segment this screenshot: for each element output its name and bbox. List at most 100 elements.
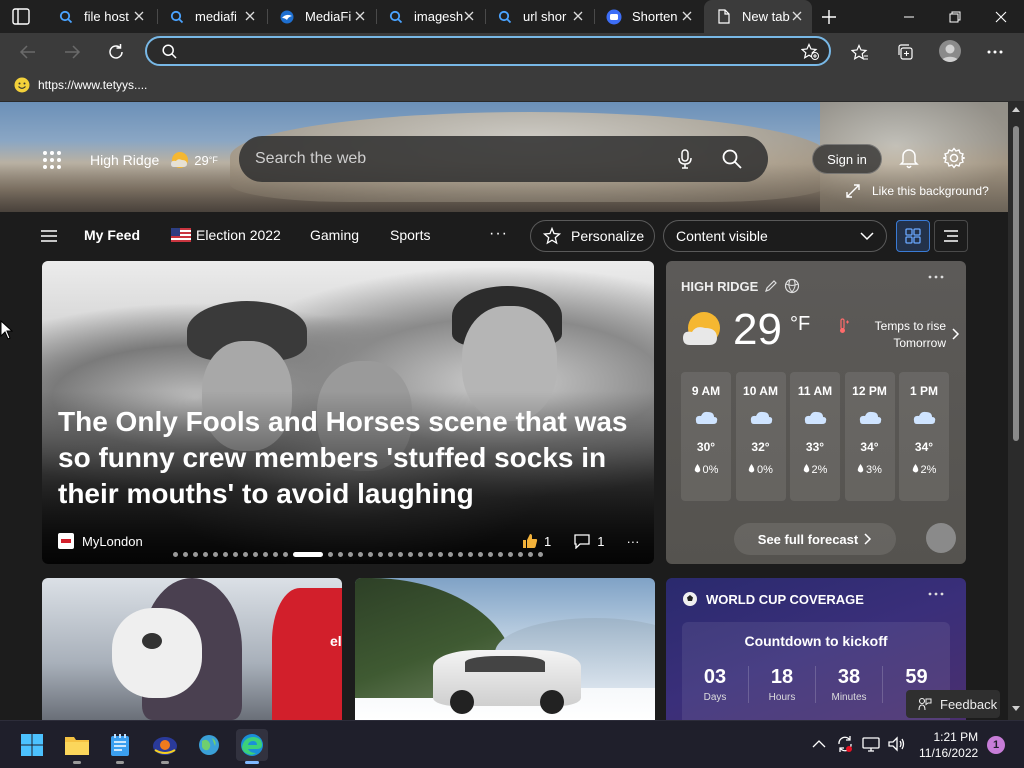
collections-icon[interactable] xyxy=(892,39,918,65)
sync-icon[interactable] xyxy=(836,735,854,753)
address-input[interactable] xyxy=(183,41,743,61)
weather-location[interactable]: High Ridge 29 °F xyxy=(90,150,218,170)
page-scrollbar[interactable] xyxy=(1008,102,1024,720)
network-icon[interactable] xyxy=(862,736,880,752)
minimize-button[interactable] xyxy=(886,0,932,33)
taskbar-file-explorer[interactable] xyxy=(61,729,93,764)
carousel-dot[interactable] xyxy=(233,552,238,557)
carousel-dot[interactable] xyxy=(203,552,208,557)
notification-badge[interactable]: 1 xyxy=(987,736,1005,754)
carousel-dot[interactable] xyxy=(253,552,258,557)
carousel-dot[interactable] xyxy=(338,552,343,557)
weather-more-icon[interactable] xyxy=(928,275,944,279)
close-window-button[interactable] xyxy=(978,0,1024,33)
carousel-dot[interactable] xyxy=(173,552,178,557)
tab-sports[interactable]: Sports xyxy=(390,227,430,243)
refresh-button[interactable] xyxy=(102,38,130,66)
forward-button[interactable] xyxy=(58,38,86,66)
news-card-image[interactable]: el xyxy=(42,578,342,720)
carousel-dot[interactable] xyxy=(368,552,373,557)
like-background-link[interactable]: Like this background? xyxy=(846,184,989,198)
workspaces-icon[interactable] xyxy=(12,8,30,25)
list-layout-button[interactable] xyxy=(934,220,968,252)
tab-gaming[interactable]: Gaming xyxy=(310,227,359,243)
hourly-forecast-card[interactable]: 1 PM 34° 2% xyxy=(899,372,949,501)
hamburger-menu-icon[interactable] xyxy=(40,229,58,243)
web-search-box[interactable] xyxy=(239,136,768,182)
hourly-forecast-card[interactable]: 10 AM 32° 0% xyxy=(735,372,786,501)
weather-alert[interactable]: Temps to rise Tomorrow xyxy=(836,318,960,352)
web-search-input[interactable] xyxy=(255,148,655,170)
address-bar[interactable] xyxy=(145,36,831,66)
close-tab-icon[interactable] xyxy=(353,9,367,23)
carousel-dot[interactable] xyxy=(398,552,403,557)
carousel-dot[interactable] xyxy=(243,552,248,557)
back-button[interactable] xyxy=(14,38,42,66)
carousel-dot[interactable] xyxy=(438,552,443,557)
carousel-dot[interactable] xyxy=(183,552,188,557)
content-visible-dropdown[interactable]: Content visible xyxy=(663,220,887,252)
carousel-dot[interactable] xyxy=(488,552,493,557)
feedback-button[interactable]: Feedback xyxy=(906,690,1000,718)
carousel-dot[interactable] xyxy=(518,552,523,557)
apps-grid-icon[interactable] xyxy=(42,150,62,170)
weather-card[interactable]: HIGH RIDGE 29 °F Temps to rise Tomorrow … xyxy=(666,261,966,564)
tab-new-tab[interactable]: New tab xyxy=(704,0,812,33)
carousel-dot[interactable] xyxy=(448,552,453,557)
personalize-button[interactable]: Personalize xyxy=(530,220,655,252)
world-cup-more-icon[interactable] xyxy=(928,592,944,596)
tab-mediafire[interactable]: MediaFi xyxy=(267,0,375,33)
carousel-dot[interactable] xyxy=(223,552,228,557)
new-tab-button[interactable] xyxy=(818,6,840,28)
tab-my-feed[interactable]: My Feed xyxy=(84,227,140,243)
carousel-dot[interactable] xyxy=(468,552,473,557)
profile-avatar[interactable] xyxy=(939,40,961,62)
system-clock[interactable]: 1:21 PM 11/16/2022 xyxy=(919,729,978,761)
carousel-dot[interactable] xyxy=(498,552,503,557)
hourly-forecast-card[interactable]: 9 AM 30° 0% xyxy=(681,372,731,501)
story-headline[interactable]: The Only Fools and Horses scene that was… xyxy=(58,404,643,512)
close-tab-icon[interactable] xyxy=(132,9,146,23)
weather-thumbnail[interactable] xyxy=(926,523,956,553)
carousel-dot[interactable] xyxy=(263,552,268,557)
close-tab-icon[interactable] xyxy=(243,9,257,23)
grid-layout-button[interactable] xyxy=(896,220,930,252)
top-story-card[interactable]: The Only Fools and Horses scene that was… xyxy=(42,261,654,564)
search-icon[interactable] xyxy=(722,149,742,169)
carousel-dot[interactable] xyxy=(528,552,533,557)
gear-icon[interactable] xyxy=(943,147,965,169)
close-tab-icon[interactable] xyxy=(680,9,694,23)
news-card-image[interactable] xyxy=(355,578,655,720)
carousel-dot[interactable] xyxy=(508,552,513,557)
close-tab-icon[interactable] xyxy=(790,9,804,23)
carousel-dot[interactable] xyxy=(193,552,198,557)
favorites-icon[interactable] xyxy=(847,39,873,65)
tab-election-2022[interactable]: Election 2022 xyxy=(171,227,281,243)
notifications-bell-icon[interactable] xyxy=(899,147,919,169)
add-favorite-icon[interactable] xyxy=(801,43,819,60)
tab-shorten[interactable]: Shorten xyxy=(594,0,702,33)
tab-mediafire-search[interactable]: mediafi xyxy=(157,0,265,33)
taskbar-edge[interactable] xyxy=(236,729,268,764)
carousel-dot[interactable] xyxy=(378,552,383,557)
taskbar-app[interactable] xyxy=(149,729,181,764)
tab-file-host[interactable]: file host xyxy=(46,0,154,33)
carousel-dot[interactable] xyxy=(273,552,278,557)
settings-more-icon[interactable] xyxy=(982,39,1008,65)
carousel-dot[interactable] xyxy=(328,552,333,557)
carousel-dot[interactable] xyxy=(348,552,353,557)
restore-button[interactable] xyxy=(932,0,978,33)
taskbar-app-weather[interactable] xyxy=(193,729,225,761)
tab-url-shortener-search[interactable]: url shor xyxy=(485,0,593,33)
favorite-item[interactable]: https://www.tetyys.... xyxy=(14,77,147,93)
close-tab-icon[interactable] xyxy=(462,9,476,23)
carousel-dot[interactable] xyxy=(408,552,413,557)
scrollbar-thumb[interactable] xyxy=(1013,126,1019,441)
carousel-dot[interactable] xyxy=(458,552,463,557)
more-tabs-button[interactable]: ··· xyxy=(489,225,508,243)
start-button[interactable] xyxy=(16,729,48,761)
close-tab-icon[interactable] xyxy=(571,9,585,23)
hourly-forecast-card[interactable]: 11 AM 33° 2% xyxy=(790,372,840,501)
taskbar-notepad[interactable] xyxy=(104,729,136,764)
carousel-dot[interactable] xyxy=(283,552,288,557)
